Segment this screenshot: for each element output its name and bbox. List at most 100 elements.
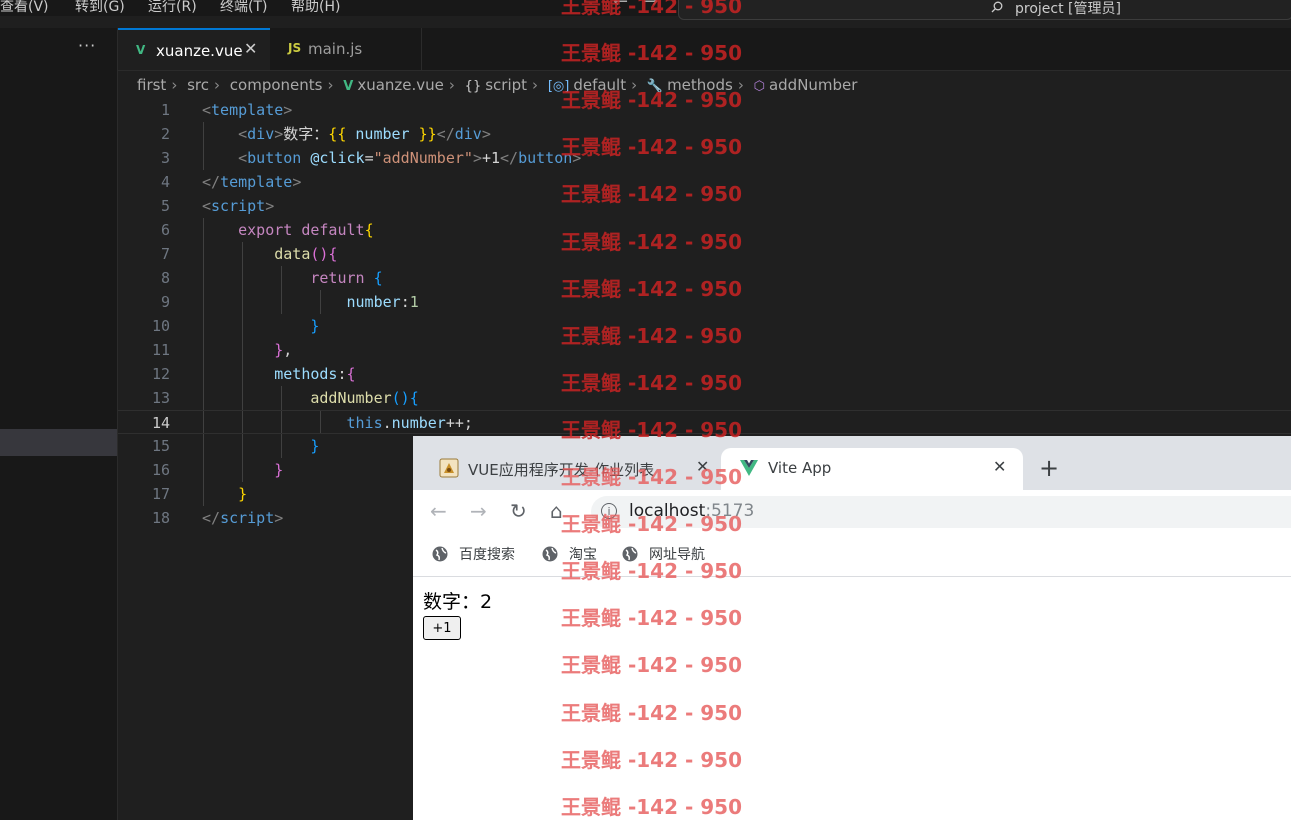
arrow-right-icon[interactable]: → — [643, 0, 658, 12]
menu-goto[interactable]: 转到(G) — [75, 0, 125, 17]
address-url[interactable]: localhost:5173 — [629, 501, 754, 521]
code-line[interactable]: 7 data(){ — [118, 242, 1291, 266]
code-token: > — [274, 125, 284, 143]
tab-label: xuanze.vue — [156, 42, 243, 60]
code-line[interactable]: 8 return { — [118, 266, 1291, 290]
close-icon[interactable]: ✕ — [993, 457, 1006, 476]
line-number: 14 — [151, 414, 170, 432]
code-token: } — [274, 461, 284, 479]
code-token: . — [382, 414, 392, 432]
breadcrumb-default[interactable]: default — [573, 76, 626, 94]
bookmark-taobao[interactable]: 淘宝 — [542, 544, 597, 564]
code-line[interactable]: 10 } — [118, 314, 1291, 338]
code-token: > — [481, 125, 491, 143]
code-token: button — [518, 149, 573, 167]
breadcrumb-first[interactable]: first — [137, 76, 166, 94]
code-token: } — [274, 341, 284, 359]
browser-tab-vite-app[interactable]: Vite App ✕ — [721, 448, 1023, 490]
forward-icon[interactable]: → — [470, 499, 487, 523]
vue-icon: V — [136, 43, 146, 57]
command-center[interactable]: ← → project [管理员] — [613, 0, 1291, 20]
arrow-left-icon[interactable]: ← — [613, 0, 628, 12]
line-number: 17 — [151, 485, 170, 503]
code-token: < — [202, 101, 212, 119]
close-icon[interactable]: ✕ — [696, 457, 709, 476]
code-token: : — [400, 293, 410, 311]
code-line[interactable]: 3 <button @click="addNumber">+1</button> — [118, 146, 1291, 170]
reload-icon[interactable]: ↻ — [510, 499, 527, 523]
code-token: } — [238, 485, 248, 503]
code-token: number — [391, 414, 446, 432]
code-text: methods:{ — [202, 362, 355, 386]
menu-terminal[interactable]: 终端(T) — [220, 0, 267, 17]
code-line[interactable]: 11 }, — [118, 338, 1291, 362]
bookmark-baidu[interactable]: 百度搜索 — [432, 544, 515, 564]
code-token: this — [346, 414, 383, 432]
tab-xuanze-vue[interactable]: V xuanze.vue ✕ — [118, 28, 270, 70]
flask-favicon-icon — [439, 458, 459, 478]
browser-toolbar: ← → ↻ ⌂ i localhost:5173 — [413, 490, 1291, 534]
code-line[interactable]: 4 </template> — [118, 170, 1291, 194]
page-content: 数字：2 +1 — [413, 577, 1291, 820]
address-bar[interactable]: i localhost:5173 — [591, 496, 1291, 528]
code-token: < — [238, 149, 248, 167]
breadcrumb-file[interactable]: xuanze.vue — [357, 76, 444, 94]
close-icon[interactable]: ✕ — [244, 39, 257, 58]
breadcrumb-script[interactable]: script — [485, 76, 527, 94]
code-token: , — [283, 341, 293, 359]
code-token: </ — [436, 125, 455, 143]
code-token: > — [292, 173, 302, 191]
code-token: > — [572, 149, 582, 167]
new-tab-button[interactable]: + — [1039, 454, 1059, 482]
code-token: > — [265, 197, 275, 215]
browser-tab-label: VUE应用程序开发-作业列表 — [468, 461, 655, 479]
code-text: export default{ — [202, 218, 373, 242]
browser-tab-label: Vite App — [768, 459, 832, 477]
code-line[interactable]: 9 number:1 — [118, 290, 1291, 314]
code-token: script — [220, 509, 275, 527]
breadcrumb-components[interactable]: components — [230, 76, 323, 94]
breadcrumb-src[interactable]: src — [187, 76, 209, 94]
back-icon[interactable]: ← — [430, 499, 447, 523]
code-line[interactable]: 12 methods:{ — [118, 362, 1291, 386]
code-token: 数字： — [283, 125, 329, 143]
bookmarks-bar: 百度搜索 淘宝 网址导航 — [413, 534, 1291, 577]
cube-icon: ⬡ — [753, 79, 765, 94]
breadcrumb-addnumber[interactable]: addNumber — [769, 76, 858, 94]
menu-view[interactable]: 查看(V) — [0, 0, 49, 17]
more-icon[interactable]: ··· — [78, 36, 96, 55]
code-text: } — [202, 314, 319, 338]
code-line[interactable]: 14 this.number++; — [118, 410, 1291, 434]
module-icon: [◎] — [547, 79, 570, 94]
line-number: 5 — [160, 197, 170, 215]
browser-tab-assignments[interactable]: VUE应用程序开发-作业列表 ✕ — [421, 448, 721, 490]
code-line[interactable]: 13 addNumber(){ — [118, 386, 1291, 410]
explorer-selected-row[interactable] — [0, 429, 117, 456]
bookmark-nav[interactable]: 网址导航 — [622, 544, 705, 564]
menu-run[interactable]: 运行(R) — [148, 0, 197, 17]
code-line[interactable]: 1 <template> — [118, 98, 1291, 122]
line-number: 9 — [160, 293, 170, 311]
menu-help[interactable]: 帮助(H) — [291, 0, 340, 17]
line-number: 13 — [151, 389, 170, 407]
info-icon[interactable]: i — [601, 503, 617, 519]
tab-main-js[interactable]: JS main.js — [270, 28, 422, 70]
code-token: number — [346, 293, 401, 311]
home-icon[interactable]: ⌂ — [550, 499, 563, 523]
increment-button[interactable]: +1 — [423, 616, 461, 640]
breadcrumb-methods[interactable]: methods — [667, 76, 733, 94]
code-line[interactable]: 2 <div>数字：{{ number }}</div> — [118, 122, 1291, 146]
code-text: </script> — [202, 506, 283, 530]
code-line[interactable]: 5 <script> — [118, 194, 1291, 218]
code-token: 1 — [409, 293, 419, 311]
code-token: </ — [500, 149, 519, 167]
code-line[interactable]: 6 export default{ — [118, 218, 1291, 242]
code-token: : — [337, 365, 347, 383]
